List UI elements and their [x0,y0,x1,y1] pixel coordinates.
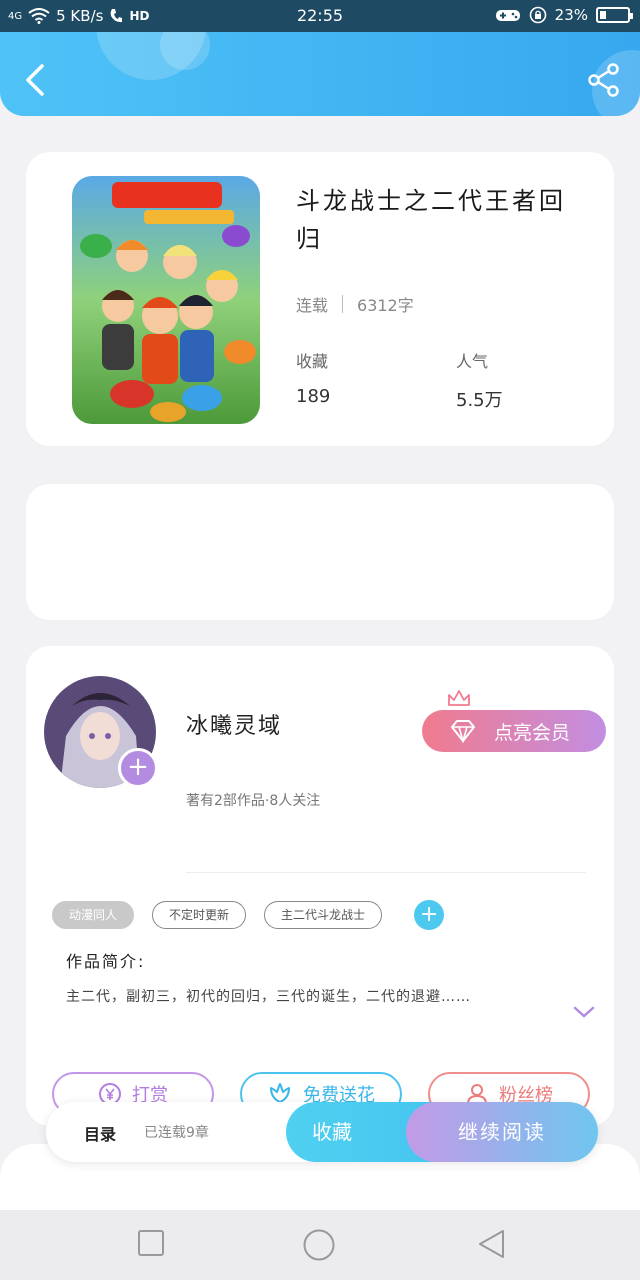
book-cover-image [72,176,260,424]
intro-label: 作品简介: [66,952,146,971]
author-card: + 冰曦灵域 著有2部作品·8人关注 点亮会员 动漫同人 不定时更新 主二代斗龙… [26,646,614,1126]
diamond-icon [451,720,475,743]
continue-reading-button[interactable]: 继续阅读 [406,1102,598,1162]
nav-back-icon[interactable] [476,1228,508,1260]
follow-author-button[interactable]: + [118,748,158,788]
status-bar: 4G 5 KB/s HD 22:55 23% [0,0,640,32]
gamepad-icon [495,10,520,21]
system-nav-bar [0,1210,640,1280]
meta-divider [342,295,344,313]
tag-item[interactable]: 动漫同人 [52,901,135,929]
favorites-label: 收藏 [296,352,329,371]
vip-label: 点亮会员 [494,721,571,744]
book-meta: 连载 6312字 [296,292,414,316]
blank-card [26,484,614,620]
chevron-down-icon[interactable] [572,1004,596,1020]
intro-text: 主二代，副初三，初代的回归，三代的诞生，二代的退避…… [66,989,471,1005]
book-info-card: 斗龙战士之二代王者回归 连载 6312字 收藏 189 人气 5.5万 [26,152,614,446]
recent-apps-icon[interactable] [136,1228,166,1258]
share-icon [588,63,619,97]
book-status: 连载 [296,296,329,315]
book-word-count: 6312字 [357,296,414,315]
popularity-stat: 人气 5.5万 [456,348,503,412]
bottom-action-bar: 目录 已连载9章 收藏 继续阅读 [46,1102,598,1162]
book-title: 斗龙战士之二代王者回归 [296,187,566,253]
book-cover[interactable] [72,176,260,424]
divider [186,872,586,873]
vip-button[interactable]: 点亮会员 [422,690,606,752]
tag-item[interactable]: 不定时更新 [152,901,247,929]
tag-list: 动漫同人 不定时更新 主二代斗龙战士 + [52,900,445,930]
rotation-lock-icon [529,6,546,24]
tag-item[interactable]: 主二代斗龙战士 [264,901,383,929]
favorites-stat: 收藏 189 [296,348,330,407]
share-button[interactable] [586,62,622,98]
author-name: 冰曦灵域 [186,714,283,739]
back-button[interactable] [18,60,54,100]
battery-level [600,11,606,19]
top-header: 4G 5 KB/s HD 22:55 23% [0,0,640,116]
home-icon[interactable] [302,1228,336,1262]
favorites-value: 189 [296,386,331,407]
popularity-value: 5.5万 [456,390,503,411]
popularity-label: 人气 [456,352,489,371]
battery-icon [596,7,633,23]
crown-icon [448,690,470,706]
add-tag-button[interactable]: + [414,900,445,930]
battery-percent: 23% [554,6,588,24]
chevron-left-icon [26,64,44,96]
toc-button[interactable]: 目录 [84,1121,116,1145]
author-summary: 著有2部作品·8人关注 [186,793,321,809]
toc-status: 已连载9章 [144,1125,209,1141]
